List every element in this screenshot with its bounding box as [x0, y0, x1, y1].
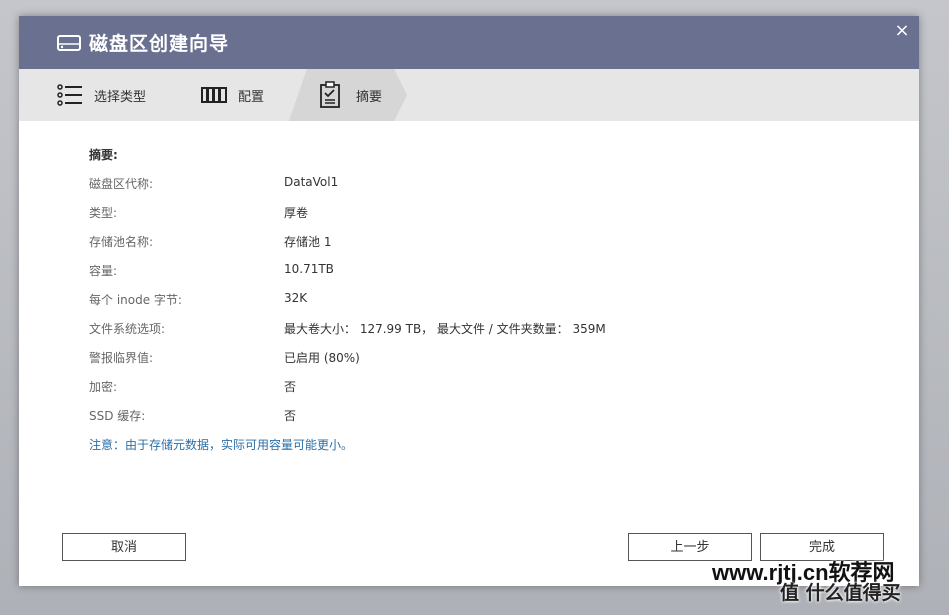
summary-key: 加密:: [89, 380, 118, 394]
step-configure[interactable]: 配置: [201, 69, 301, 121]
summary-key: 每个 inode 字节:: [89, 293, 182, 307]
wizard-stepbar: 选择类型 配置 摘要: [19, 69, 919, 121]
summary-value: 否: [284, 380, 297, 394]
step-label: 摘要: [356, 90, 383, 105]
step-summary[interactable]: 摘要: [319, 69, 409, 121]
clipboard-check-icon: [320, 81, 340, 108]
summary-value: DataVol1: [284, 175, 339, 189]
step-label: 选择类型: [94, 90, 147, 105]
step-label: 配置: [238, 90, 265, 105]
disk-drive-icon: [57, 35, 81, 51]
summary-key: 类型:: [89, 206, 118, 220]
summary-value: 存储池 1: [284, 235, 332, 249]
summary-value: 最大卷大小： 127.99 TB， 最大文件 / 文件夹数量： 359M: [284, 322, 606, 336]
summary-value: 厚卷: [284, 206, 309, 220]
summary-key: 存储池名称:: [89, 235, 154, 249]
metadata-note: 注意：由于存储元数据，实际可用容量可能更小。: [89, 438, 354, 452]
config-icon: [201, 87, 227, 103]
summary-key: 磁盘区代称:: [89, 177, 154, 191]
dialog-title: 磁盘区创建向导: [89, 33, 230, 55]
summary-value: 否: [284, 409, 297, 423]
smzdm-watermark: 值 什么值得买: [780, 582, 901, 604]
summary-value: 10.71TB: [284, 262, 334, 276]
summary-heading: 摘要:: [89, 148, 118, 162]
cancel-button[interactable]: 取消: [62, 533, 186, 561]
summary-key: 容量:: [89, 264, 118, 278]
summary-key: 文件系统选项:: [89, 322, 166, 336]
summary-value: 32K: [284, 291, 308, 305]
dialog-titlebar: 磁盘区创建向导 ×: [19, 16, 919, 69]
close-icon[interactable]: ×: [893, 22, 911, 40]
step-select-type[interactable]: 选择类型: [57, 69, 177, 121]
summary-key: 警报临界值:: [89, 351, 154, 365]
summary-key: SSD 缓存:: [89, 409, 146, 423]
volume-creation-wizard-dialog: 磁盘区创建向导 × 选择类型 配置 摘要 摘要: 磁盘区代称: DataVol1…: [19, 16, 919, 586]
list-icon: [57, 84, 82, 106]
summary-value: 已启用 (80%): [284, 351, 360, 365]
